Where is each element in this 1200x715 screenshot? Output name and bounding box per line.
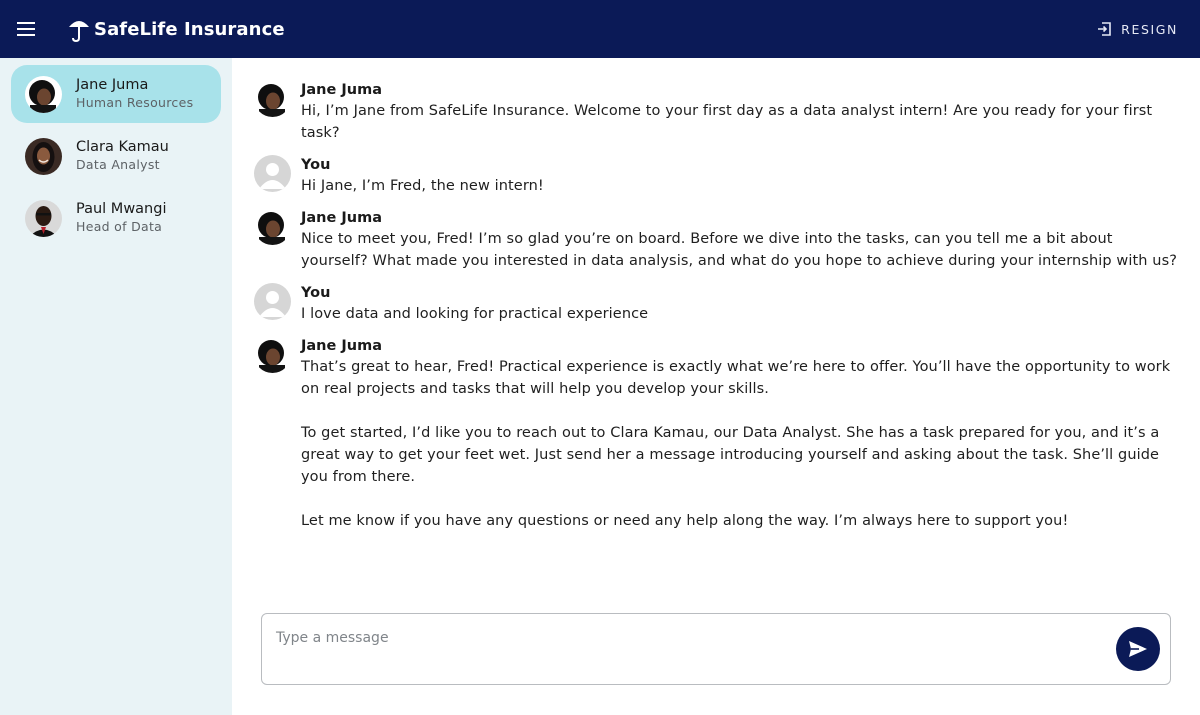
message-sender: You [301, 157, 331, 173]
logout-icon [1098, 22, 1111, 36]
message-item: Jane Juma Hi, I’m Jane from SafeLife Ins… [254, 80, 1184, 144]
avatar [25, 75, 62, 113]
contact-name: Jane Juma [76, 77, 149, 93]
contact-role: Data Analyst [76, 157, 160, 172]
avatar [254, 208, 291, 245]
chat-panel: Jane Juma Hi, I’m Jane from SafeLife Ins… [232, 58, 1200, 715]
contact-role: Human Resources [76, 95, 194, 110]
message-paragraph: Hi Jane, I’m Fred, the new intern! [301, 178, 544, 194]
contact-name: Clara Kamau [76, 139, 169, 155]
message-paragraph: Hi, I’m Jane from SafeLife Insurance. We… [301, 103, 1153, 141]
message-item: Jane Juma Nice to meet you, Fred! I’m so… [254, 208, 1184, 272]
default-avatar-icon [254, 155, 291, 192]
message-text: Hi Jane, I’m Fred, the new intern! [301, 175, 1181, 197]
message-item: You Hi Jane, I’m Fred, the new intern! [254, 155, 1184, 197]
default-avatar-icon [254, 283, 291, 320]
contacts-sidebar: Jane Juma Human Resources Clara Kamau Da… [0, 58, 232, 715]
message-item: You I love data and looking for practica… [254, 283, 1184, 325]
message-sender: You [301, 285, 331, 301]
message-sender: Jane Juma [301, 82, 382, 98]
contact-paul-mwangi[interactable]: Paul Mwangi Head of Data [11, 189, 221, 247]
resign-label: RESIGN [1121, 21, 1178, 37]
menu-button[interactable] [0, 0, 52, 58]
message-composer[interactable]: Type a message [261, 613, 1171, 685]
message-sender: Jane Juma [301, 338, 382, 354]
avatar [25, 199, 62, 237]
message-paragraph: Nice to meet you, Fred! I’m so glad you’… [301, 231, 1178, 269]
brand: SafeLife Insurance [68, 16, 285, 42]
contact-name: Paul Mwangi [76, 201, 167, 217]
contact-jane-juma[interactable]: Jane Juma Human Resources [11, 65, 221, 123]
menu-icon [17, 22, 35, 36]
message-list: Jane Juma Hi, I’m Jane from SafeLife Ins… [254, 80, 1184, 543]
contact-clara-kamau[interactable]: Clara Kamau Data Analyst [11, 127, 221, 185]
message-sender: Jane Juma [301, 210, 382, 226]
avatar [254, 80, 291, 117]
avatar [254, 336, 291, 373]
message-paragraph: To get started, I’d like you to reach ou… [301, 425, 1160, 485]
message-text: Nice to meet you, Fred! I’m so glad you’… [301, 228, 1181, 272]
message-paragraph: I love data and looking for practical ex… [301, 306, 649, 322]
resign-button[interactable]: RESIGN [1097, 0, 1178, 58]
avatar [25, 137, 62, 175]
send-icon [1129, 641, 1147, 657]
brand-name: SafeLife Insurance [94, 18, 285, 40]
umbrella-icon [69, 21, 89, 42]
contact-role: Head of Data [76, 219, 163, 234]
message-text: I love data and looking for practical ex… [301, 303, 1181, 325]
message-paragraph: That’s great to hear, Fred! Practical ex… [301, 359, 1171, 397]
message-item: Jane Juma That’s great to hear, Fred! Pr… [254, 336, 1184, 532]
message-text: That’s great to hear, Fred! Practical ex… [301, 356, 1181, 532]
message-text: Hi, I’m Jane from SafeLife Insurance. We… [301, 100, 1181, 144]
message-input[interactable]: Type a message [276, 630, 389, 646]
message-paragraph: Let me know if you have any questions or… [301, 513, 1069, 529]
send-button[interactable] [1116, 627, 1160, 671]
app-header: SafeLife Insurance RESIGN [0, 0, 1200, 58]
